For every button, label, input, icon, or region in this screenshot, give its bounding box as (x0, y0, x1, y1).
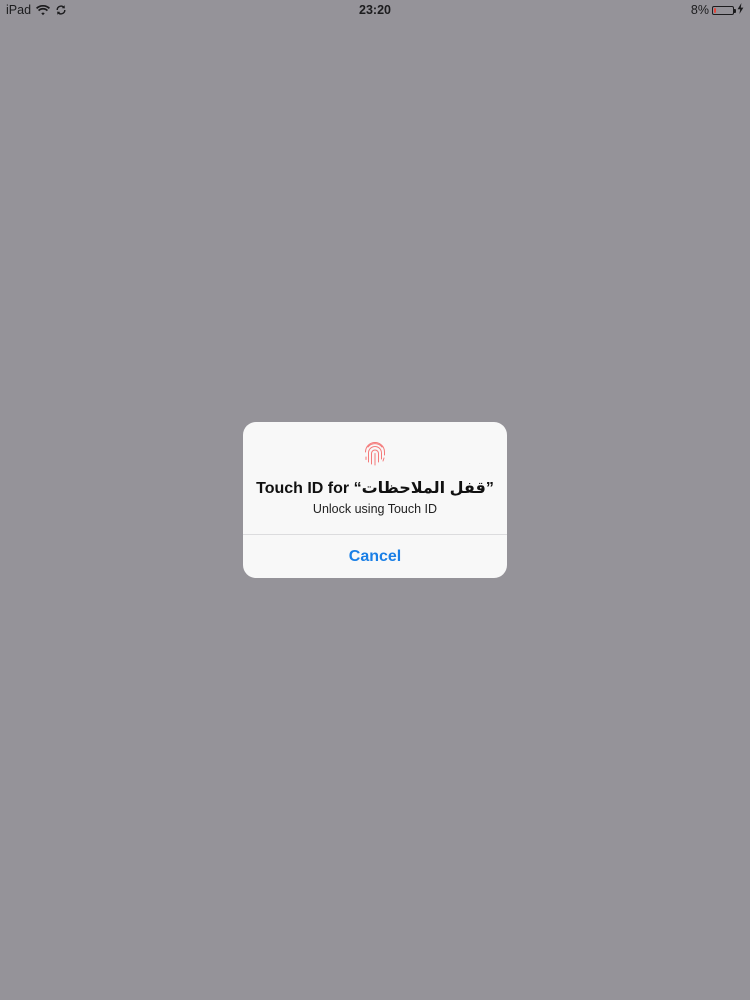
battery-nub (734, 8, 736, 13)
cancel-button[interactable]: Cancel (243, 535, 507, 578)
battery-icon (712, 5, 736, 15)
dialog-title: Touch ID for “قفل الملاحظات” (256, 480, 494, 497)
status-bar: iPad 23:20 8% (0, 0, 750, 20)
battery-percent: 8% (690, 3, 709, 17)
status-right: 8% (691, 3, 744, 17)
dialog-message: Unlock using Touch ID (312, 502, 438, 516)
battery-level-fill (714, 7, 716, 13)
fingerprint-icon (360, 438, 390, 468)
status-time: 23:20 (359, 3, 391, 17)
touch-id-dialog: Touch ID for “قفل الملاحظات” Unlock usin… (243, 422, 507, 578)
charging-bolt-icon (737, 3, 744, 17)
